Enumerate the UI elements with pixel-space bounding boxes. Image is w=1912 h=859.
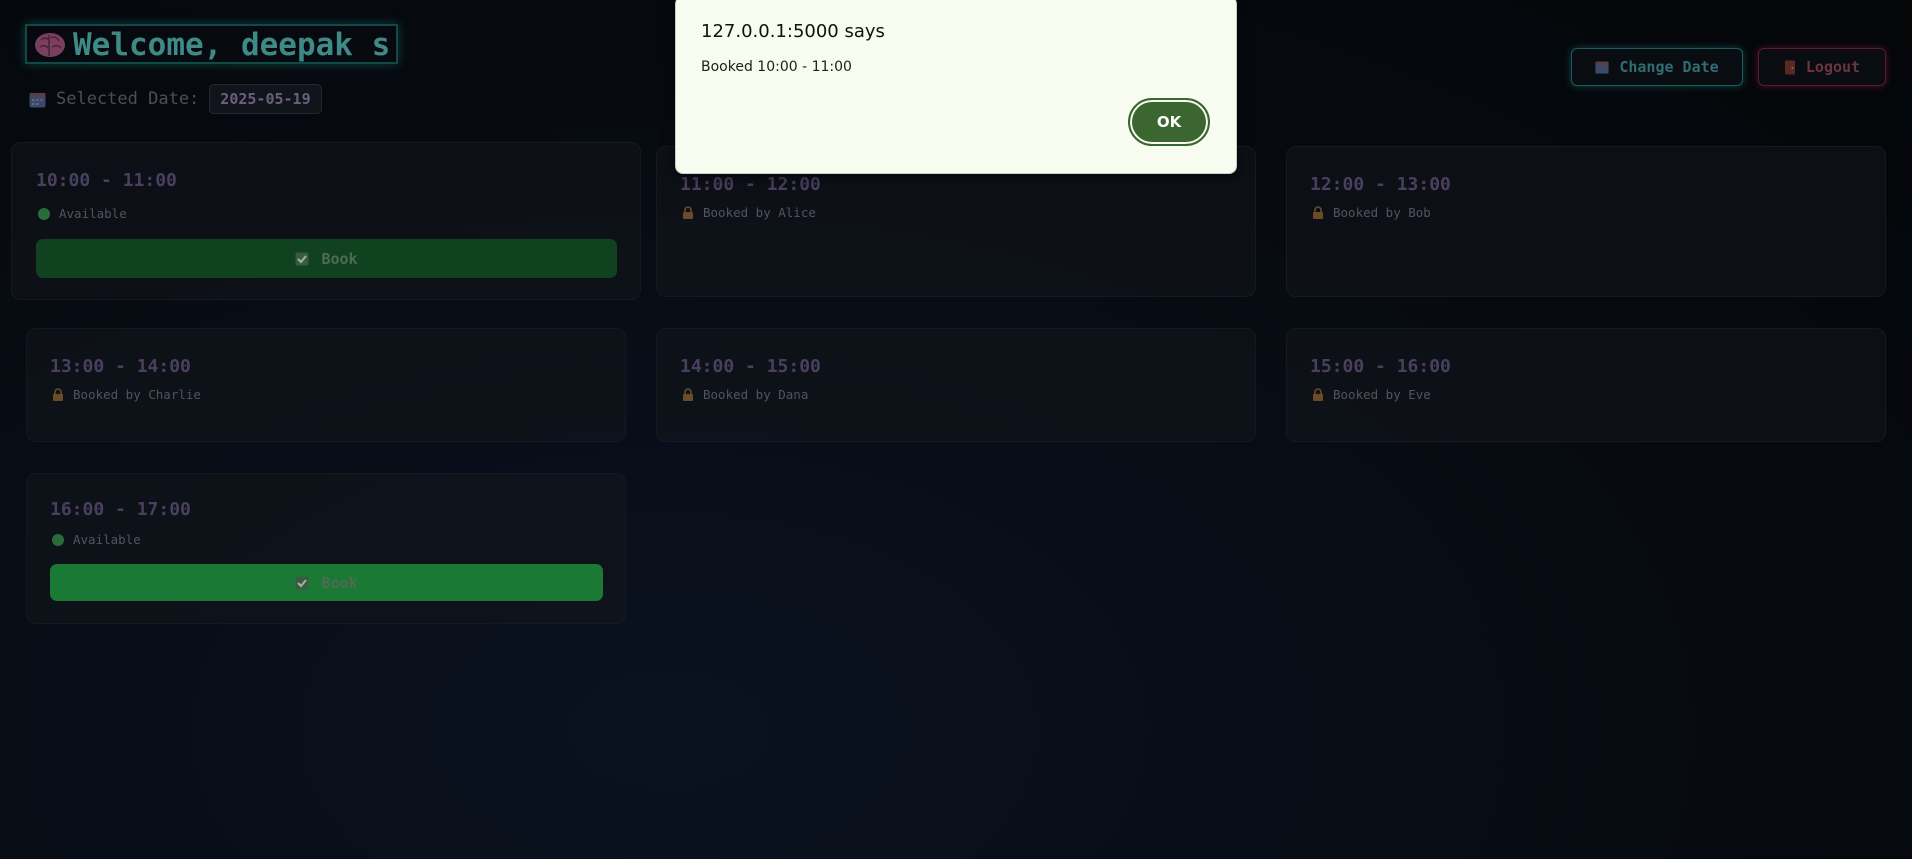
- alert-dialog: 127.0.0.1:5000 says Booked 10:00 - 11:00…: [675, 0, 1237, 174]
- dialog-title: 127.0.0.1:5000 says: [701, 21, 885, 42]
- alert-overlay: 127.0.0.1:5000 says Booked 10:00 - 11:00…: [0, 0, 1912, 859]
- ok-button[interactable]: OK: [1128, 98, 1210, 146]
- dialog-message: Booked 10:00 - 11:00: [701, 59, 852, 75]
